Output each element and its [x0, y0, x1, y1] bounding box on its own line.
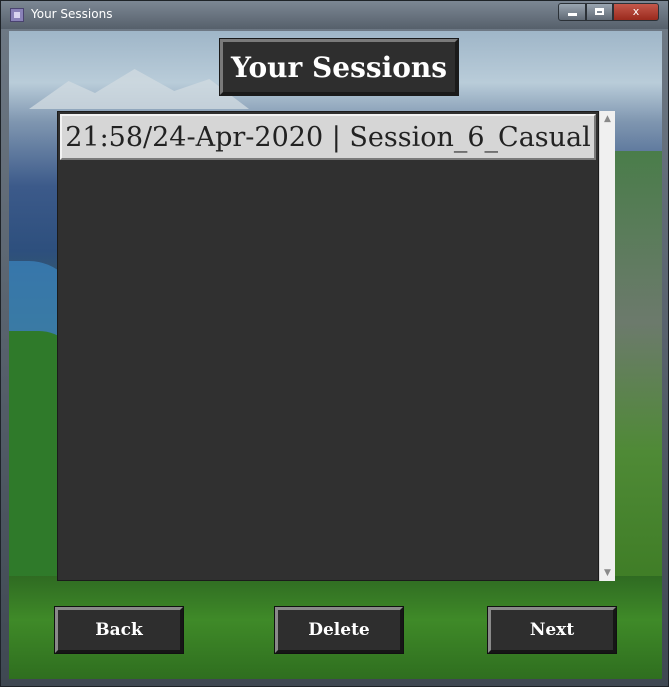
maximize-button[interactable]: [586, 3, 613, 21]
close-button[interactable]: x: [613, 3, 659, 21]
delete-button[interactable]: Delete: [274, 606, 404, 654]
background-scenery: [609, 151, 662, 581]
next-button[interactable]: Next: [487, 606, 617, 654]
window-title: Your Sessions: [31, 7, 113, 21]
maximize-icon: [595, 8, 604, 15]
back-button[interactable]: Back: [54, 606, 184, 654]
scroll-up-icon[interactable]: ▲: [600, 112, 615, 126]
title-bar[interactable]: Your Sessions x: [1, 1, 668, 29]
minimize-icon: [567, 13, 577, 16]
close-icon: x: [632, 5, 640, 18]
app-window: Your Sessions x Your Sessions 21:58/24-A…: [0, 0, 669, 687]
scroll-down-icon[interactable]: ▼: [600, 566, 615, 580]
page-title: Your Sessions: [219, 38, 459, 96]
app-icon: [10, 8, 24, 22]
session-list[interactable]: 21:58/24-Apr-2020 | Session_6_Casual: [57, 111, 599, 581]
background-scenery: [29, 69, 249, 109]
minimize-button[interactable]: [558, 3, 586, 21]
list-scrollbar[interactable]: ▲ ▼: [599, 111, 615, 581]
list-item[interactable]: 21:58/24-Apr-2020 | Session_6_Casual: [60, 114, 596, 160]
